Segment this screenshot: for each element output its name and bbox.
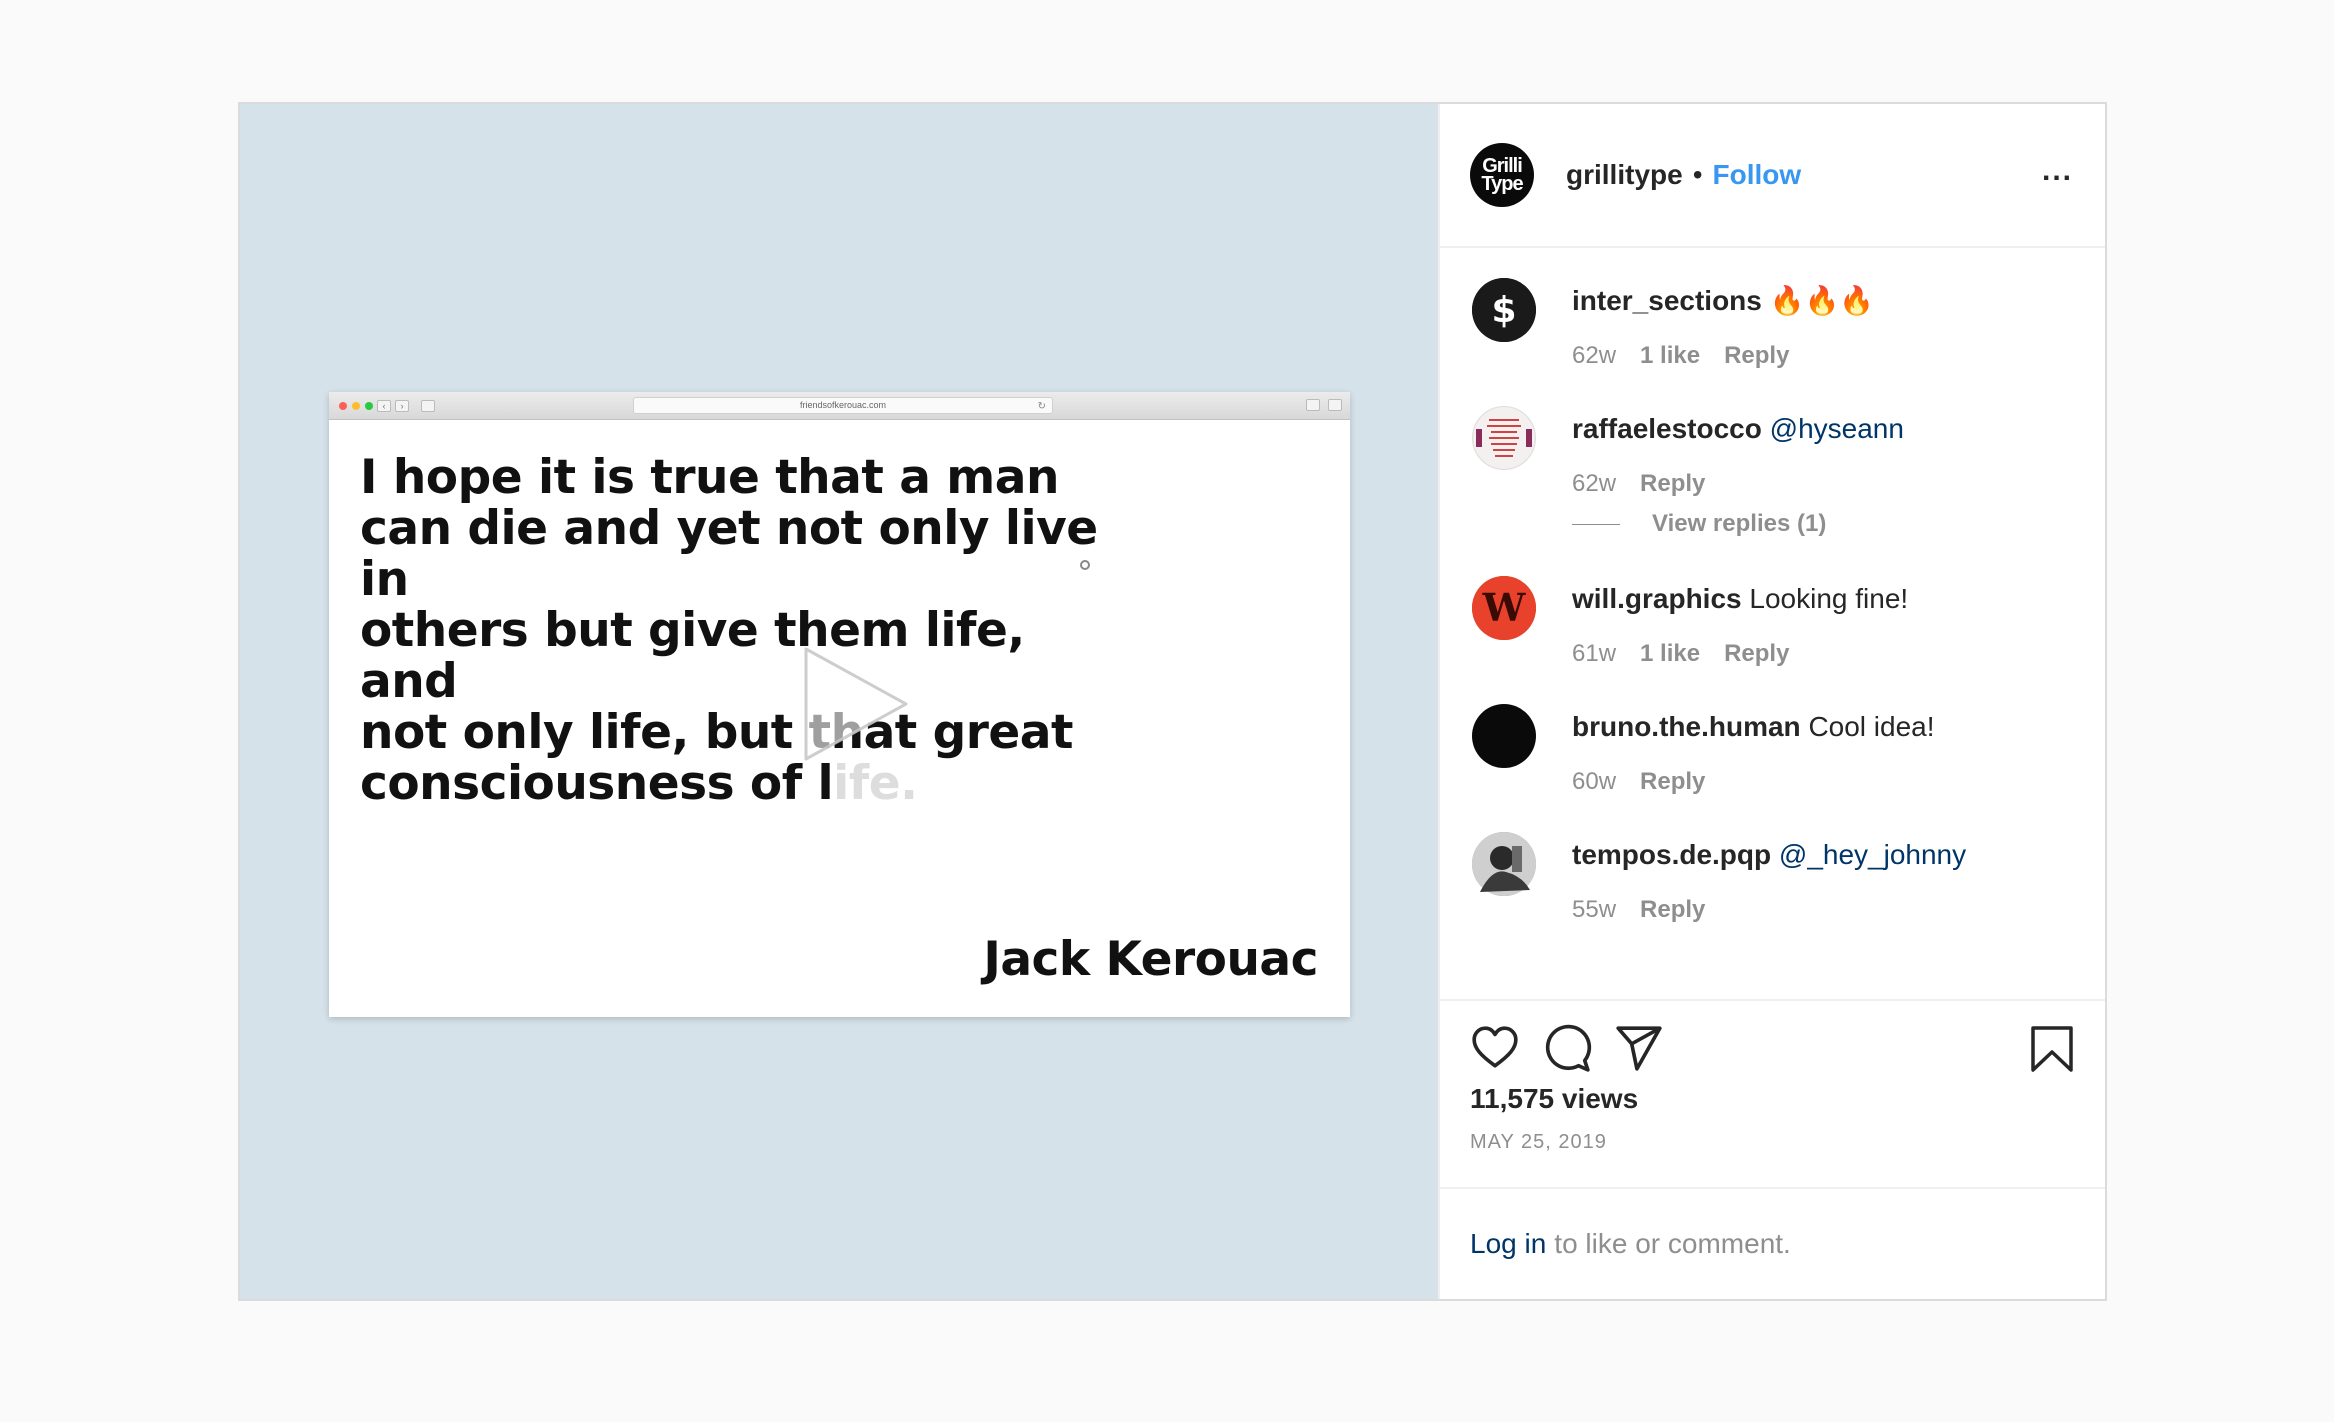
comment-username[interactable]: tempos.de.pqp [1572, 839, 1771, 870]
comment-icon[interactable] [1542, 1023, 1592, 1073]
comment-time: 62w [1572, 342, 1617, 369]
minimize-dot-icon [352, 401, 360, 410]
view-replies-label: View replies (1) [1652, 510, 1827, 537]
tabs-icon [1328, 399, 1342, 411]
sidebar-icon [421, 399, 435, 412]
quote-line: I hope it is true that a man [360, 450, 1059, 505]
comment-likes[interactable]: 1 like [1640, 342, 1700, 370]
quote-author: Jack Kerouac [983, 932, 1318, 987]
comment-username[interactable]: will.graphics [1572, 583, 1742, 614]
author-username[interactable]: grillitype [1566, 159, 1683, 191]
login-prompt: Log in to like or comment. [1440, 1187, 2105, 1299]
comment-mention[interactable]: @hyseann [1770, 413, 1904, 444]
comments-list[interactable]: $ inter_sections 🔥🔥🔥 62w 1 like Reply raff… [1440, 248, 2105, 999]
comment-username[interactable]: raffaelestocco [1572, 413, 1762, 444]
like-heart-icon[interactable] [1470, 1023, 1520, 1073]
post-date[interactable]: MAY 25, 2019 [1470, 1131, 2075, 1154]
share-icon[interactable] [1614, 1023, 1664, 1073]
comment-time: 60w [1572, 768, 1617, 795]
play-icon[interactable] [778, 634, 918, 774]
more-options-icon[interactable]: ... [2042, 154, 2073, 188]
url-text: friendsofkerouac.com [799, 400, 887, 410]
quote-text: I hope it is true that a man can die and… [360, 452, 1120, 809]
reload-icon: ↻ [1037, 401, 1046, 412]
comment-username[interactable]: bruno.the.human [1572, 711, 1801, 742]
comment-likes[interactable]: 1 like [1640, 640, 1700, 668]
forward-icon: › [395, 399, 409, 412]
quote-line: can die and yet not only live in [360, 501, 1098, 607]
svg-text:W: W [1482, 585, 1527, 630]
reply-button[interactable]: Reply [1724, 640, 1789, 668]
maximize-dot-icon [365, 401, 373, 410]
cursor-icon [1080, 560, 1090, 570]
follow-button[interactable]: Follow [1713, 159, 1802, 191]
w-logo-icon[interactable]: W [1472, 576, 1536, 640]
poster-thumbnail[interactable] [1472, 406, 1536, 470]
black-circle-avatar[interactable] [1472, 704, 1536, 768]
video-media[interactable]: ‹ › friendsofkerouac.com ↻ I hope it is tr… [240, 104, 1438, 1299]
address-bar: friendsofkerouac.com ↻ [633, 397, 1053, 414]
browser-toolbar: ‹ › friendsofkerouac.com ↻ [329, 392, 1350, 420]
comment-time: 61w [1572, 640, 1617, 667]
view-replies-button[interactable]: View replies (1) [1572, 510, 2075, 538]
back-icon: ‹ [377, 399, 391, 412]
grillitype-avatar[interactable]: Grilli Type [1470, 143, 1534, 207]
share-icon [1306, 399, 1320, 411]
views-count[interactable]: 11,575 views [1470, 1083, 2075, 1115]
comment-mention[interactable]: @_hey_johnny [1779, 839, 1966, 870]
quote-line: others but give them life, and [360, 603, 1025, 709]
login-prompt-text: to like or comment. [1554, 1228, 1791, 1259]
comment-time: 62w [1572, 470, 1617, 497]
comment-username[interactable]: inter_sections [1572, 285, 1762, 316]
comment-item: raffaelestocco @hyseann 62w Reply [1472, 406, 2075, 498]
reply-button[interactable]: Reply [1640, 768, 1705, 796]
reply-button[interactable]: Reply [1724, 342, 1789, 370]
comment-text: Looking fine! [1749, 583, 1909, 614]
post-sidebar: Grilli Type grillitype • Follow ... $ int… [1438, 104, 2105, 1299]
comment-item: bruno.the.human Cool idea! 60w Reply [1472, 704, 2075, 796]
separator: • [1692, 159, 1703, 190]
reply-button[interactable]: Reply [1640, 470, 1705, 498]
comment-item: tempos.de.pqp @_hey_johnny 55w Reply [1472, 832, 2075, 924]
avatar-text: Type [1481, 173, 1523, 195]
comment-text: Cool idea! [1808, 711, 1935, 742]
photo-thumbnail[interactable] [1472, 832, 1536, 896]
comment-time: 55w [1572, 896, 1617, 923]
reply-button[interactable]: Reply [1640, 896, 1705, 924]
comment-item: W will.graphics Looking fine! 61w 1 like R… [1472, 576, 2075, 668]
close-dot-icon [339, 401, 347, 410]
comment-item: $ inter_sections 🔥🔥🔥 62w 1 like Reply [1472, 278, 2075, 370]
divider [1572, 523, 1620, 525]
actions-bar: 11,575 views MAY 25, 2019 [1440, 999, 2105, 1187]
dollar-logo-icon[interactable]: $ [1472, 278, 1536, 342]
svg-text:$: $ [1491, 290, 1516, 331]
quote-line: not only life, but that great [360, 705, 1074, 760]
post-card: ‹ › friendsofkerouac.com ↻ I hope it is tr… [238, 102, 2107, 1301]
post-header: Grilli Type grillitype • Follow ... [1440, 104, 2105, 248]
comment-text: 🔥🔥🔥 [1769, 285, 1875, 316]
login-link[interactable]: Log in [1470, 1228, 1546, 1260]
quote-line: consciousness of life. [360, 756, 918, 811]
bookmark-icon[interactable] [2029, 1025, 2075, 1073]
